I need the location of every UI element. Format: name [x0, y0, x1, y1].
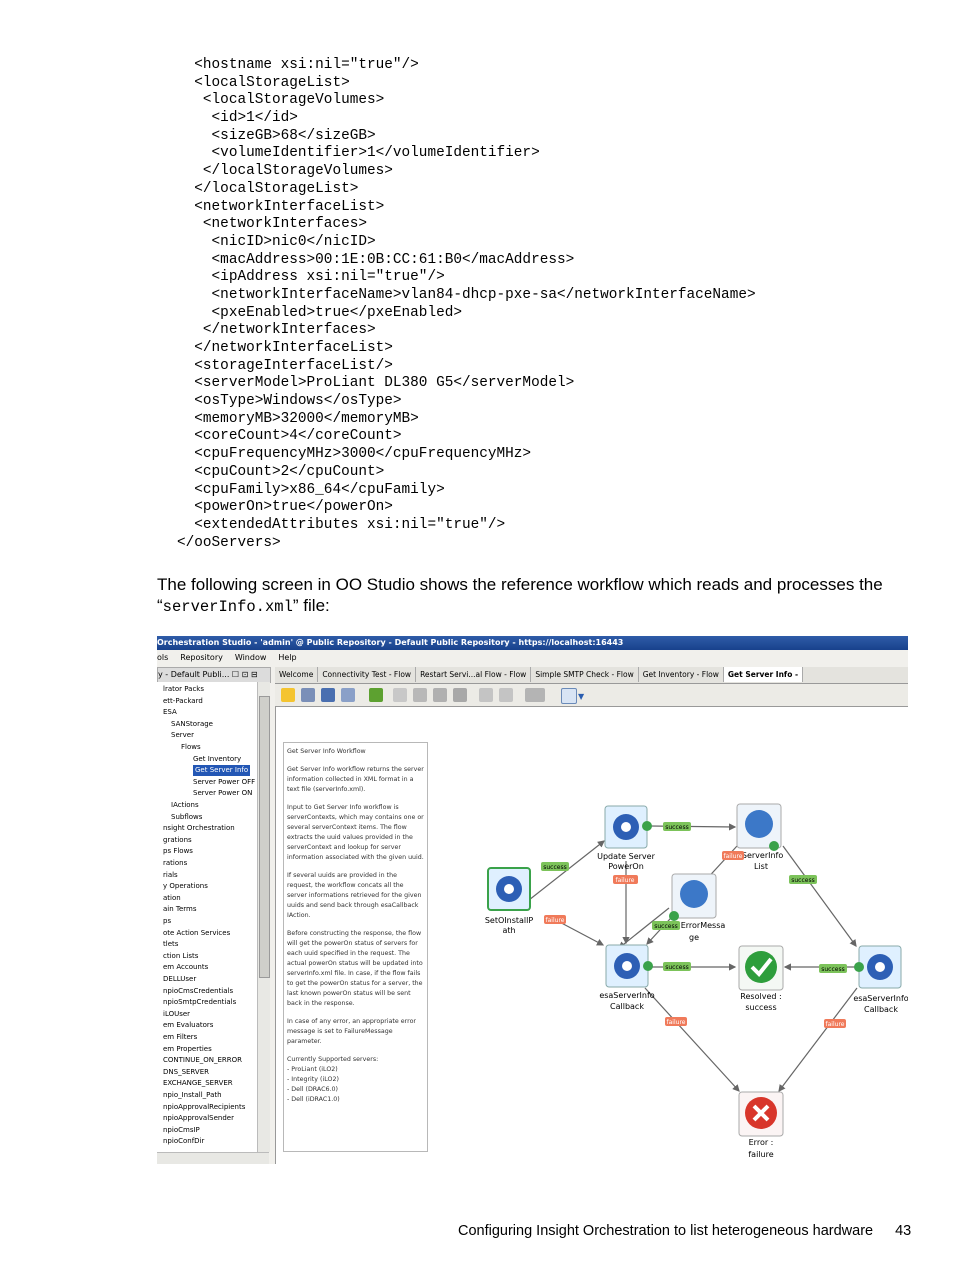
flow-diagram: SetOInstallP ath Update Server PowerOn t…	[485, 803, 908, 1159]
success-tag: success	[665, 824, 688, 831]
code-line: </networkInterfaces>	[177, 322, 376, 339]
success-check-icon	[769, 841, 779, 851]
paragraph-text-after: ” file:	[292, 596, 330, 615]
node-label: ge	[689, 933, 699, 942]
xml-code-listing: <hostname xsi:nil="true"/> <localStorage…	[177, 57, 756, 552]
globe-icon	[680, 880, 708, 908]
success-check-icon	[642, 821, 652, 831]
code-line: <macAddress>00:1E:0B:CC:61:B0</macAddres…	[177, 251, 575, 268]
code-line: <extendedAttributes xsi:nil="true"/>	[177, 516, 506, 533]
node-label: esaServerInfo	[599, 991, 654, 1000]
flow-transitions	[528, 823, 858, 1092]
code-line: </localStorageList>	[177, 180, 359, 197]
step-node-resolved-success[interactable]: Resolved : success	[738, 945, 784, 1012]
code-line: <hostname xsi:nil="true"/>	[177, 57, 419, 73]
step-node-error-failure[interactable]: Error : failure	[738, 1091, 784, 1159]
code-line: <storageInterfaceList/>	[177, 357, 393, 374]
transition-callback-right-to-error	[778, 987, 858, 1092]
code-line: </localStorageVolumes>	[177, 163, 393, 180]
node-label: Callback	[610, 1002, 644, 1011]
node-label: ErrorMessa	[681, 921, 726, 930]
node-label: ath	[502, 926, 515, 935]
footer-title: Configuring Insight Orchestration to lis…	[458, 1223, 874, 1239]
code-line: <powerOn>true</powerOn>	[177, 499, 393, 516]
node-label: success	[745, 1003, 776, 1012]
failure-tag: failure	[546, 917, 565, 924]
page-footer: Configuring Insight Orchestration to lis…	[458, 1223, 911, 1239]
code-line: <sizeGB>68</sizeGB>	[177, 127, 376, 144]
code-line: <localStorageVolumes>	[177, 92, 385, 109]
success-tag: success	[791, 877, 814, 884]
failure-tag: failure	[826, 1021, 845, 1028]
intro-paragraph: The following screen in OO Studio shows …	[157, 574, 917, 618]
transition-update-to-serverinfo	[649, 823, 737, 831]
node-label: Error :	[749, 1138, 774, 1147]
node-label: Update Server	[597, 852, 655, 861]
code-line: </ooServers>	[177, 534, 281, 551]
success-icon	[745, 951, 777, 983]
failure-tag: failure	[616, 877, 635, 884]
code-line: <cpuFamily>x86_64</cpuFamily>	[177, 481, 445, 498]
page-number: 43	[895, 1223, 912, 1239]
code-line: <osType>Windows</osType>	[177, 393, 402, 410]
code-line: <pxeEnabled>true</pxeEnabled>	[177, 304, 462, 321]
node-label: Resolved :	[740, 992, 781, 1001]
success-check-icon	[669, 911, 679, 921]
node-label: failure	[748, 1150, 773, 1159]
failure-tag: failure	[667, 1019, 686, 1026]
transition-serverinfo-to-callback-right	[782, 845, 857, 947]
node-label: PowerOn	[608, 862, 644, 871]
code-line: <memoryMB>32000</memoryMB>	[177, 410, 419, 427]
code-line: <cpuCount>2</cpuCount>	[177, 463, 385, 480]
code-line: <networkInterfaceName>vlan84-dhcp-pxe-sa…	[177, 286, 756, 303]
step-node-start[interactable]: SetOInstallP ath	[485, 867, 534, 935]
code-line: <networkInterfaceList>	[177, 198, 385, 215]
step-node-esa-callback[interactable]: esaServerInfo Callback	[599, 944, 655, 1011]
code-line: <id>1</id>	[177, 110, 298, 127]
code-line: <coreCount>4</coreCount>	[177, 428, 402, 445]
success-tag: success	[665, 964, 688, 971]
code-line: <cpuFrequencyMHz>3000</cpuFrequencyMHz>	[177, 446, 532, 463]
node-label: SetOInstallP	[485, 916, 534, 925]
failure-tag: failure	[724, 853, 743, 860]
globe-icon	[745, 810, 773, 838]
node-label: Callback	[864, 1005, 898, 1014]
code-line: <networkInterfaces>	[177, 216, 367, 233]
success-check-icon	[643, 961, 653, 971]
code-line: <serverModel>ProLiant DL380 G5</serverMo…	[177, 375, 575, 392]
paragraph-filename: serverInfo.xml	[162, 598, 293, 616]
code-line: </networkInterfaceList>	[177, 340, 393, 356]
step-node-error-message[interactable]: ErrorMessa ge	[669, 873, 726, 942]
success-tag: success	[654, 923, 677, 930]
node-label: List	[754, 862, 768, 871]
success-tag: success	[543, 864, 566, 871]
step-node-esa-callback-right[interactable]: esaServerInfo Callback	[853, 945, 908, 1014]
code-line: <volumeIdentifier>1</volumeIdentifier>	[177, 145, 540, 162]
node-label: tServerInfo	[739, 851, 784, 860]
transition-callback-to-error	[644, 987, 740, 1092]
code-line: <nicID>nic0</nicID>	[177, 233, 376, 250]
success-tag: success	[821, 966, 844, 973]
step-node-serverinfo-list[interactable]: tServerInfo List	[736, 803, 784, 871]
step-node-update-server-poweron[interactable]: Update Server PowerOn	[597, 805, 656, 871]
code-line: <ipAddress xsi:nil="true"/>	[177, 269, 445, 286]
success-check-icon	[854, 962, 864, 972]
node-label: esaServerInfo	[853, 994, 908, 1003]
code-line: <localStorageList>	[177, 74, 350, 91]
oo-studio-screenshot: Orchestration Studio - 'admin' @ Public …	[157, 636, 908, 1164]
